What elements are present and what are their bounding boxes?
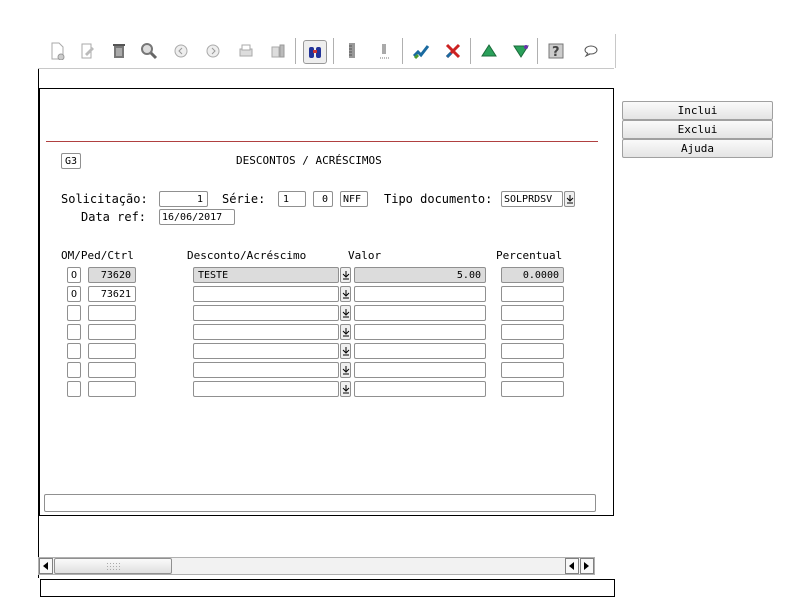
up-icon[interactable] — [478, 40, 500, 62]
scroll-left-end-icon[interactable] — [565, 558, 579, 574]
row-desconto-dropdown-icon[interactable] — [340, 343, 351, 359]
om-column-header: OM/Ped/Ctrl — [61, 249, 134, 262]
filter-icon[interactable] — [510, 40, 532, 62]
row-desconto-field[interactable] — [193, 324, 339, 340]
row-desconto-field[interactable] — [193, 286, 339, 302]
confirm-icon[interactable] — [410, 40, 432, 62]
row-valor-field[interactable]: 5.00 — [354, 267, 486, 283]
cancel-icon[interactable] — [442, 40, 464, 62]
row-desconto-field[interactable] — [193, 305, 339, 321]
row-desconto-field[interactable]: TESTE — [193, 267, 339, 283]
serie-input-2[interactable]: 0 — [313, 191, 333, 207]
solicitacao-input[interactable]: 1 — [159, 191, 208, 207]
row-percentual-field[interactable] — [501, 305, 564, 321]
row-percentual-field[interactable] — [501, 286, 564, 302]
edit-icon[interactable] — [76, 40, 98, 62]
scroll-left-icon[interactable] — [39, 558, 53, 574]
form-panel: G3 DESCONTOS / ACRÉSCIMOS Solicitação: 1… — [39, 88, 614, 516]
row-valor-field[interactable] — [354, 381, 486, 397]
new-document-icon[interactable] — [46, 40, 68, 62]
serie-label: Série: — [222, 192, 266, 206]
tipo-documento-select[interactable]: SOLPRDSV — [501, 191, 563, 207]
page-title: DESCONTOS / ACRÉSCIMOS — [236, 154, 382, 167]
tipo-documento-dropdown-icon[interactable] — [564, 191, 575, 207]
row-percentual-field[interactable] — [501, 343, 564, 359]
row-valor-field[interactable] — [354, 305, 486, 321]
row-number-field[interactable] — [88, 362, 136, 378]
row-desconto-dropdown-icon[interactable] — [340, 305, 351, 321]
help-icon[interactable]: ? — [545, 40, 567, 62]
search-icon[interactable] — [138, 40, 160, 62]
valor-column-header: Valor — [348, 249, 382, 262]
row-desconto-dropdown-icon[interactable] — [340, 381, 351, 397]
bottom-status-bar — [40, 579, 615, 597]
row-valor-field[interactable] — [354, 286, 486, 302]
row-desconto-dropdown-icon[interactable] — [340, 267, 351, 283]
serie-input-3[interactable]: NFF — [340, 191, 368, 207]
status-message-field — [44, 494, 596, 512]
row-type-field[interactable]: O — [67, 267, 81, 283]
desconto-column-header: Desconto/Acréscimo — [187, 249, 307, 262]
screen-code: G3 — [61, 153, 81, 169]
row-percentual-field[interactable] — [501, 324, 564, 340]
exclui-button[interactable]: Exclui — [622, 120, 773, 139]
row-number-field[interactable] — [88, 305, 136, 321]
toolbar: ? — [40, 34, 616, 68]
row-number-field[interactable] — [88, 381, 136, 397]
next-icon[interactable] — [202, 40, 224, 62]
row-valor-field[interactable] — [354, 343, 486, 359]
data-ref-label: Data ref: — [81, 210, 147, 224]
row-type-field[interactable] — [67, 324, 81, 340]
row-valor-field[interactable] — [354, 362, 486, 378]
percentual-column-header: Percentual — [496, 249, 563, 262]
delete-icon[interactable] — [108, 40, 130, 62]
toolbar-separator — [38, 68, 614, 69]
print-setup-icon[interactable] — [267, 40, 289, 62]
row-type-field[interactable] — [67, 305, 81, 321]
previous-icon[interactable] — [170, 40, 192, 62]
row-percentual-field[interactable]: 0.0000 — [501, 267, 564, 283]
row-desconto-dropdown-icon[interactable] — [340, 324, 351, 340]
ajuda-button[interactable]: Ajuda — [622, 139, 773, 158]
scroll-right-icon[interactable] — [580, 558, 594, 574]
row-desconto-field[interactable] — [193, 343, 339, 359]
row-number-field[interactable]: 73621 — [88, 286, 136, 302]
data-ref-input[interactable]: 16/06/2017 — [159, 209, 235, 225]
title-separator — [46, 141, 598, 142]
solicitacao-label: Solicitação: — [61, 192, 148, 206]
row-type-field[interactable] — [67, 343, 81, 359]
row-number-field[interactable] — [88, 324, 136, 340]
row-valor-field[interactable] — [354, 324, 486, 340]
row-desconto-dropdown-icon[interactable] — [340, 362, 351, 378]
horizontal-scrollbar[interactable] — [38, 557, 595, 575]
serie-input-1[interactable]: 1 — [278, 191, 306, 207]
tipo-documento-label: Tipo documento: — [384, 192, 493, 206]
scroll-thumb[interactable] — [54, 558, 172, 574]
row-percentual-field[interactable] — [501, 362, 564, 378]
row-type-field[interactable] — [67, 381, 81, 397]
svg-text:?: ? — [552, 45, 560, 60]
comment-icon[interactable] — [580, 40, 602, 62]
row-desconto-dropdown-icon[interactable] — [340, 286, 351, 302]
row-desconto-field[interactable] — [193, 381, 339, 397]
row-desconto-field[interactable] — [193, 362, 339, 378]
ruler-icon[interactable] — [341, 40, 363, 62]
ruler2-icon[interactable] — [373, 40, 395, 62]
row-percentual-field[interactable] — [501, 381, 564, 397]
inclui-button[interactable]: Inclui — [622, 101, 773, 120]
print-icon[interactable] — [235, 40, 257, 62]
row-number-field[interactable]: 73620 — [88, 267, 136, 283]
row-type-field[interactable]: O — [67, 286, 81, 302]
row-number-field[interactable] — [88, 343, 136, 359]
binoculars-icon[interactable] — [303, 40, 327, 64]
row-type-field[interactable] — [67, 362, 81, 378]
